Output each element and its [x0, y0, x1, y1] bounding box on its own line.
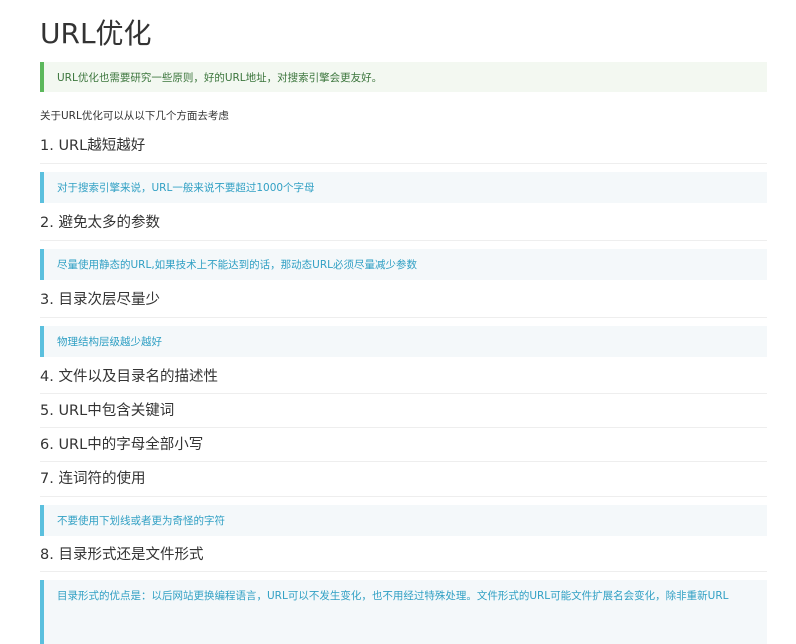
section-heading-4: 4. 文件以及目录名的描述性: [40, 369, 218, 385]
section-heading-3: 3. 目录次层尽量少: [40, 292, 160, 308]
section-heading-1: 1. URL越短越好: [40, 138, 146, 154]
info-note-2: 尽量使用静态的URL,如果技术上不能达到的话，那动态URL必须尽量减少参数: [40, 249, 767, 280]
heading-divider: [40, 496, 767, 497]
info-note-7: 不要使用下划线或者更为奇怪的字符: [40, 505, 767, 536]
heading-divider: [40, 393, 767, 394]
info-note-1: 对于搜索引擎来说，URL一般来说不要超过1000个字母: [40, 172, 767, 203]
heading-divider: [40, 461, 767, 462]
intro-text: 关于URL优化可以从以下几个方面去考虑: [40, 110, 229, 122]
page-title: URL优化: [40, 17, 152, 50]
success-callout-text: URL优化也需要研究一些原则，好的URL地址，对搜索引擎会更友好。: [57, 71, 383, 84]
info-note-text: 不要使用下划线或者更为奇怪的字符: [57, 515, 225, 527]
info-note-text: 对于搜索引擎来说，URL一般来说不要超过1000个字母: [57, 182, 315, 194]
section-heading-7: 7. 连词符的使用: [40, 471, 146, 487]
heading-divider: [40, 240, 767, 241]
info-note-3: 物理结构层级越少越好: [40, 326, 767, 357]
heading-divider: [40, 571, 767, 572]
info-note-text: 尽量使用静态的URL,如果技术上不能达到的话，那动态URL必须尽量减少参数: [57, 259, 417, 271]
heading-divider: [40, 427, 767, 428]
heading-divider: [40, 317, 767, 318]
info-note-text: 物理结构层级越少越好: [57, 336, 162, 348]
section-heading-5: 5. URL中包含关键词: [40, 403, 175, 419]
section-heading-6: 6. URL中的字母全部小写: [40, 437, 204, 453]
heading-divider: [40, 163, 767, 164]
section-heading-8: 8. 目录形式还是文件形式: [40, 547, 204, 563]
section-heading-2: 2. 避免太多的参数: [40, 215, 160, 231]
success-callout: URL优化也需要研究一些原则，好的URL地址，对搜索引擎会更友好。: [40, 62, 767, 92]
info-note-8: 目录形式的优点是：以后网站更换编程语言，URL可以不发生变化，也不用经过特殊处理…: [40, 580, 767, 644]
info-note-text: 目录形式的优点是：以后网站更换编程语言，URL可以不发生变化，也不用经过特殊处理…: [57, 590, 729, 602]
